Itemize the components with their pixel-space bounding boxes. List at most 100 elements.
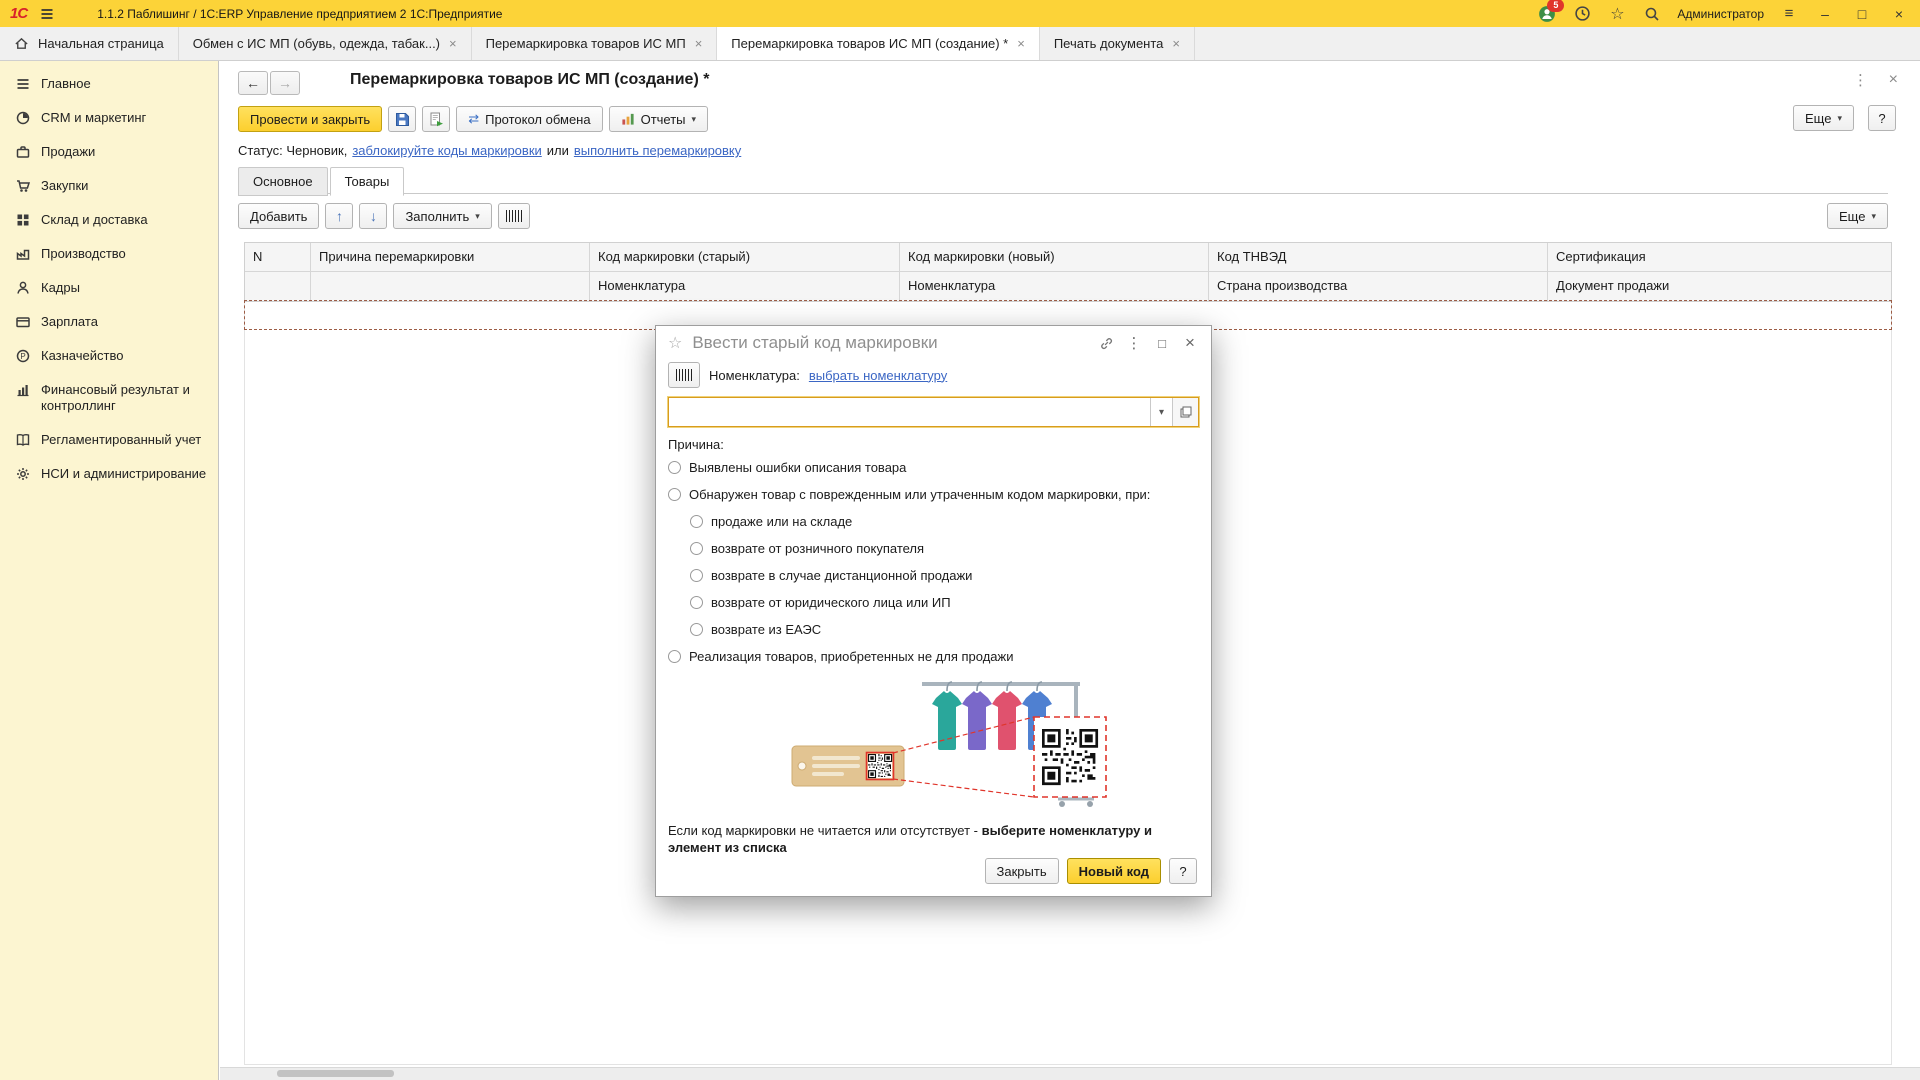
tab-exchange-is-mp[interactable]: Обмен с ИС МП (обувь, одежда, табак...) … bbox=[179, 27, 472, 60]
block-codes-link[interactable]: заблокируйте коды маркировки bbox=[352, 143, 541, 158]
save-button[interactable] bbox=[388, 106, 416, 132]
form-menu-dots-icon[interactable]: ⋮ bbox=[1853, 71, 1868, 89]
column-header[interactable]: Сертификация bbox=[1548, 243, 1891, 272]
column-header[interactable]: Причина перемаркировки bbox=[311, 243, 590, 272]
dialog-maximize-icon[interactable]: □ bbox=[1153, 334, 1171, 352]
sidebar-item-crm[interactable]: CRM и маркетинг bbox=[0, 101, 218, 135]
search-icon[interactable] bbox=[1642, 4, 1662, 24]
choose-nomenclature-link[interactable]: выбрать номенклатуру bbox=[809, 368, 947, 383]
discussions-icon[interactable]: 5 bbox=[1537, 4, 1557, 24]
dialog-close-button[interactable]: Закрыть bbox=[985, 858, 1059, 884]
service-menu-icon[interactable]: ≡ bbox=[1779, 4, 1799, 24]
scan-barcode-button[interactable] bbox=[498, 203, 530, 229]
tab-remarking-list[interactable]: Перемаркировка товаров ИС МП × bbox=[472, 27, 718, 60]
tab-close-icon[interactable]: × bbox=[449, 36, 457, 51]
sidebar-item-main[interactable]: Главное bbox=[0, 67, 218, 101]
column-header[interactable]: Страна производства bbox=[1209, 272, 1548, 301]
tab-goods-section[interactable]: Товары bbox=[330, 167, 405, 196]
page-title: Перемаркировка товаров ИС МП (создание) … bbox=[350, 71, 709, 89]
help-button[interactable]: ? bbox=[1868, 105, 1896, 131]
sidebar-item-regulated-accounting[interactable]: Регламентированный учет bbox=[0, 423, 218, 457]
reason-option-retail-return[interactable]: возврате от розничного покупателя bbox=[678, 535, 1211, 562]
sidebar-item-production[interactable]: Производство bbox=[0, 237, 218, 271]
floppy-icon bbox=[395, 112, 410, 127]
favorites-star-icon[interactable]: ☆ bbox=[1607, 4, 1627, 24]
tab-close-icon[interactable]: × bbox=[1172, 36, 1180, 51]
sidebar-item-finance[interactable]: Финансовый результат и контроллинг bbox=[0, 373, 218, 423]
new-code-button[interactable]: Новый код bbox=[1067, 858, 1161, 884]
sidebar-item-sales[interactable]: Продажи bbox=[0, 135, 218, 169]
grid-more-button[interactable]: Еще▾ bbox=[1827, 203, 1888, 229]
favorite-star-icon[interactable]: ☆ bbox=[668, 333, 682, 353]
tab-print-document[interactable]: Печать документа × bbox=[1040, 27, 1195, 60]
tab-home[interactable]: Начальная страница bbox=[0, 27, 179, 60]
reason-option-sale-or-warehouse[interactable]: продаже или на складе bbox=[678, 508, 1211, 535]
current-user[interactable]: Администратор bbox=[1677, 7, 1764, 21]
scrollbar-thumb[interactable] bbox=[277, 1070, 394, 1077]
exchange-protocol-button[interactable]: ⇄ Протокол обмена bbox=[456, 106, 602, 132]
post-document-button[interactable] bbox=[422, 106, 450, 132]
tab-close-icon[interactable]: × bbox=[695, 36, 703, 51]
sidebar-item-treasury[interactable]: P Казначейство bbox=[0, 339, 218, 373]
forward-button[interactable]: → bbox=[270, 71, 300, 95]
column-header[interactable]: Код ТНВЭД bbox=[1209, 243, 1548, 272]
code-open-button[interactable] bbox=[1172, 398, 1198, 426]
maximize-button[interactable]: □ bbox=[1851, 6, 1873, 22]
radio-icon[interactable] bbox=[668, 488, 681, 501]
column-header[interactable]: Номенклатура bbox=[900, 272, 1209, 301]
radio-icon[interactable] bbox=[668, 461, 681, 474]
dialog-close-icon[interactable]: × bbox=[1181, 334, 1199, 352]
back-button[interactable]: ← bbox=[238, 71, 268, 95]
post-and-close-button[interactable]: Провести и закрыть bbox=[238, 106, 382, 132]
add-row-button[interactable]: Добавить bbox=[238, 203, 319, 229]
radio-icon[interactable] bbox=[668, 650, 681, 663]
minimize-button[interactable]: – bbox=[1814, 6, 1836, 22]
reason-option-not-for-sale[interactable]: Реализация товаров, приобретенных не для… bbox=[656, 643, 1211, 670]
sidebar-item-hr[interactable]: Кадры bbox=[0, 271, 218, 305]
move-up-button[interactable]: ↑ bbox=[325, 203, 353, 229]
reason-option-distance-sale-return[interactable]: возврате в случае дистанционной продажи bbox=[678, 562, 1211, 589]
column-header[interactable] bbox=[245, 272, 311, 301]
form-close-icon[interactable]: × bbox=[1889, 71, 1898, 89]
reason-option-label: возврате из ЕАЭС bbox=[711, 622, 821, 637]
dialog-help-button[interactable]: ? bbox=[1169, 858, 1197, 884]
column-header[interactable] bbox=[311, 272, 590, 301]
radio-icon[interactable] bbox=[690, 596, 703, 609]
more-button[interactable]: Еще▾ bbox=[1793, 105, 1854, 131]
main-menu-icon[interactable] bbox=[39, 6, 55, 22]
tab-remarking-create[interactable]: Перемаркировка товаров ИС МП (создание) … bbox=[717, 27, 1040, 60]
close-window-button[interactable]: × bbox=[1888, 6, 1910, 22]
radio-icon[interactable] bbox=[690, 542, 703, 555]
sidebar-item-nsi-admin[interactable]: НСИ и администрирование bbox=[0, 457, 218, 491]
dialog-menu-dots-icon[interactable]: ⋮ bbox=[1125, 334, 1143, 352]
reason-option-legal-entity-return[interactable]: возврате от юридического лица или ИП bbox=[678, 589, 1211, 616]
column-header[interactable]: Код маркировки (новый) bbox=[900, 243, 1209, 272]
grid-toolbar: Добавить ↑ ↓ Заполнить▾ bbox=[238, 203, 530, 229]
reason-option-damaged-code[interactable]: Обнаружен товар с поврежденным или утрач… bbox=[656, 481, 1211, 508]
tab-main-section[interactable]: Основное bbox=[238, 167, 328, 196]
reason-option-description-errors[interactable]: Выявлены ошибки описания товара bbox=[656, 454, 1211, 481]
sidebar-item-purchases[interactable]: Закупки bbox=[0, 169, 218, 203]
column-header[interactable]: Код маркировки (старый) bbox=[590, 243, 900, 272]
radio-icon[interactable] bbox=[690, 515, 703, 528]
tab-close-icon[interactable]: × bbox=[1017, 36, 1025, 51]
code-dropdown-button[interactable]: ▾ bbox=[1150, 398, 1172, 426]
column-header[interactable]: Документ продажи bbox=[1548, 272, 1891, 301]
sidebar-item-warehouse[interactable]: Склад и доставка bbox=[0, 203, 218, 237]
radio-icon[interactable] bbox=[690, 569, 703, 582]
horizontal-scrollbar[interactable] bbox=[220, 1067, 1920, 1080]
reports-button[interactable]: Отчеты ▾ bbox=[609, 106, 708, 132]
radio-icon[interactable] bbox=[690, 623, 703, 636]
get-link-icon[interactable] bbox=[1097, 334, 1115, 352]
column-header[interactable]: N bbox=[245, 243, 311, 272]
dialog-scan-barcode-button[interactable] bbox=[668, 362, 700, 388]
reason-option-eaeu-return[interactable]: возврате из ЕАЭС bbox=[678, 616, 1211, 643]
old-marking-code-input[interactable] bbox=[669, 398, 1150, 426]
sidebar-item-label: Зарплата bbox=[41, 314, 98, 330]
sidebar-item-salary[interactable]: Зарплата bbox=[0, 305, 218, 339]
history-icon[interactable] bbox=[1572, 4, 1592, 24]
fill-button[interactable]: Заполнить▾ bbox=[393, 203, 491, 229]
perform-remarking-link[interactable]: выполнить перемаркировку bbox=[574, 143, 741, 158]
column-header[interactable]: Номенклатура bbox=[590, 272, 900, 301]
move-down-button[interactable]: ↓ bbox=[359, 203, 387, 229]
